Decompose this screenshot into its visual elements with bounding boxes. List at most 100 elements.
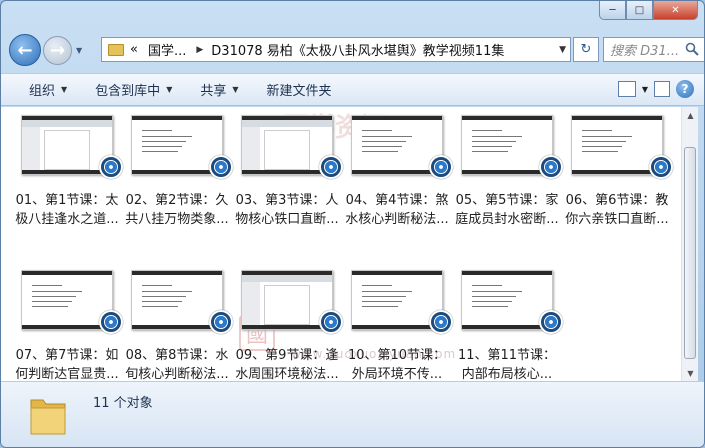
file-name-line1: 06、第6节课：教 <box>565 193 669 208</box>
refresh-button[interactable]: ↻ <box>573 37 599 62</box>
file-item[interactable]: 11、第11节课： 内部布局核心... <box>455 270 563 381</box>
file-name-line2: 极八挂逢水之道... <box>15 212 119 227</box>
close-button[interactable]: ✕ <box>653 1 698 20</box>
file-name-line2: 外局环境不传... <box>351 367 443 381</box>
file-name-line1: 03、第3节课：人 <box>235 193 339 208</box>
file-name: 06、第6节课：教 你六亲铁口直断... <box>565 191 669 229</box>
folder-icon <box>30 399 66 435</box>
media-player-icon <box>209 310 233 334</box>
minimize-button[interactable]: ─ <box>599 1 626 20</box>
caption-buttons: ─ □ ✕ <box>599 1 698 20</box>
scroll-thumb[interactable] <box>684 147 696 359</box>
folder-icon <box>108 43 124 56</box>
chevron-down-icon: ▼ <box>232 85 239 94</box>
share-menu[interactable]: 共享 ▼ <box>186 80 252 99</box>
file-item[interactable]: 03、第3节课：人 物核心铁口直断... <box>235 115 343 235</box>
file-item[interactable]: 02、第2节课：久 共八挂万物类象... <box>125 115 233 235</box>
file-name-line1: 09、第9节课：逢 <box>235 348 339 363</box>
file-name: 02、第2节课：久 共八挂万物类象... <box>125 191 229 229</box>
share-label: 共享 <box>200 84 227 99</box>
navigation-bar: ← → ▼ « 国学... ▶ D31078 易柏《太极八卦风水堪舆》教学视频1… <box>9 34 704 66</box>
file-name: 04、第4节课：煞 水核心判断秘法... <box>345 191 449 229</box>
file-name: 10、第10节课： 外局环境不传... <box>345 346 449 381</box>
breadcrumb-overflow[interactable]: « <box>130 42 138 57</box>
address-bar[interactable]: « 国学... ▶ D31078 易柏《太极八卦风水堪舆》教学视频11集 ▼ <box>101 37 571 62</box>
file-name-line2: 内部布局核心... <box>461 367 553 381</box>
file-name-line1: 08、第8节课：水 <box>125 348 229 363</box>
recent-pages-dropdown[interactable]: ▼ <box>76 46 82 55</box>
scroll-down-arrow[interactable]: ▼ <box>682 365 699 381</box>
media-player-icon <box>649 155 673 179</box>
file-name-line2: 水核心判断秘法... <box>345 212 449 227</box>
file-item[interactable]: 09、第9节课：逢 水周围环境秘法... <box>235 270 343 381</box>
file-name-line1: 05、第5节课：家 <box>455 193 559 208</box>
back-button[interactable]: ← <box>9 34 41 66</box>
forward-button[interactable]: → <box>43 35 72 65</box>
new-folder-button[interactable]: 新建文件夹 <box>253 80 346 99</box>
file-name: 11、第11节课： 内部布局核心... <box>455 346 559 381</box>
maximize-button[interactable]: □ <box>626 1 653 20</box>
file-name-line2: 何判断达官显贵... <box>15 367 119 381</box>
breadcrumb-current[interactable]: D31078 易柏《太极八卦风水堪舆》教学视频11集 <box>211 40 504 59</box>
media-player-icon <box>539 310 563 334</box>
details-pane: 11 个对象 <box>1 381 704 447</box>
file-item[interactable]: 08、第8节课：水 旬核心判断秘法... <box>125 270 233 381</box>
file-name: 03、第3节课：人 物核心铁口直断... <box>235 191 339 229</box>
file-name-line1: 10、第10节课： <box>347 348 447 363</box>
media-player-icon <box>429 155 453 179</box>
view-dropdown-icon[interactable]: ▼ <box>642 85 648 94</box>
media-player-icon <box>99 155 123 179</box>
breadcrumb-separator[interactable]: ▶ <box>196 45 203 55</box>
file-name-line2: 庭成员封水密断... <box>455 212 559 227</box>
file-name-line2: 你六亲铁口直断... <box>565 212 669 227</box>
media-player-icon <box>539 155 563 179</box>
file-name-line2: 旬核心判断秘法... <box>125 367 229 381</box>
media-player-icon <box>319 155 343 179</box>
chevron-down-icon: ▼ <box>166 85 173 94</box>
file-name-line1: 01、第1节课：太 <box>15 193 119 208</box>
file-item[interactable]: 01、第1节课：太 极八挂逢水之道... <box>15 115 123 235</box>
file-name: 07、第7节课：如 何判断达官显贵... <box>15 346 119 381</box>
new-folder-label: 新建文件夹 <box>266 84 332 99</box>
preview-pane-icon[interactable] <box>654 81 670 97</box>
file-name-line2: 物核心铁口直断... <box>235 212 339 227</box>
search-icon[interactable] <box>685 42 699 56</box>
file-name: 05、第5节课：家 庭成员封水密断... <box>455 191 559 229</box>
organize-menu[interactable]: 组织 ▼ <box>1 80 81 99</box>
media-player-icon <box>429 310 453 334</box>
file-item[interactable]: 06、第6节课：教 你六亲铁口直断... <box>565 115 673 235</box>
change-view-icon[interactable] <box>617 81 636 97</box>
media-player-icon <box>209 155 233 179</box>
file-name-line1: 07、第7节课：如 <box>15 348 119 363</box>
file-item[interactable]: 07、第7节课：如 何判断达官显贵... <box>15 270 123 381</box>
help-icon[interactable]: ? <box>676 80 694 98</box>
file-name-line1: 04、第4节课：煞 <box>345 193 449 208</box>
item-count: 11 个对象 <box>93 396 153 411</box>
breadcrumb-parent[interactable]: 国学... <box>148 40 186 59</box>
file-item[interactable]: 05、第5节课：家 庭成员封水密断... <box>455 115 563 235</box>
view-controls: ▼ ? <box>617 80 694 98</box>
file-name-line1: 02、第2节课：久 <box>125 193 229 208</box>
include-in-library-menu[interactable]: 包含到库中 ▼ <box>81 80 186 99</box>
media-player-icon <box>99 310 123 334</box>
file-item[interactable]: 10、第10节课： 外局环境不传... <box>345 270 453 381</box>
file-item[interactable]: 04、第4节课：煞 水核心判断秘法... <box>345 115 453 235</box>
file-name-line1: 11、第11节课： <box>457 348 557 363</box>
file-list: 國 国学资源网 www.guoxuoziyuan.com 01、第1节课：太 极八… <box>1 107 681 381</box>
file-name-line2: 水周围环境秘法... <box>235 367 339 381</box>
search-placeholder: 搜索 D31... <box>610 44 680 59</box>
file-name: 08、第8节课：水 旬核心判断秘法... <box>125 346 229 381</box>
media-player-icon <box>319 310 343 334</box>
address-dropdown[interactable]: ▼ <box>559 45 566 55</box>
file-name: 01、第1节课：太 极八挂逢水之道... <box>15 191 119 229</box>
explorer-window: ─ □ ✕ ← → ▼ « 国学... ▶ D31078 易柏《太极八卦风水堪舆… <box>0 0 705 448</box>
file-name-line2: 共八挂万物类象... <box>125 212 229 227</box>
command-bar: 组织 ▼ 包含到库中 ▼ 共享 ▼ 新建文件夹 ▼ ? <box>1 73 704 106</box>
include-library-label: 包含到库中 <box>95 84 161 99</box>
vertical-scrollbar[interactable]: ▲ ▼ <box>681 107 698 381</box>
search-input[interactable]: 搜索 D31... <box>603 37 704 62</box>
scroll-up-arrow[interactable]: ▲ <box>682 107 699 123</box>
organize-label: 组织 <box>29 84 56 99</box>
file-name: 09、第9节课：逢 水周围环境秘法... <box>235 346 339 381</box>
chevron-down-icon: ▼ <box>61 85 68 94</box>
